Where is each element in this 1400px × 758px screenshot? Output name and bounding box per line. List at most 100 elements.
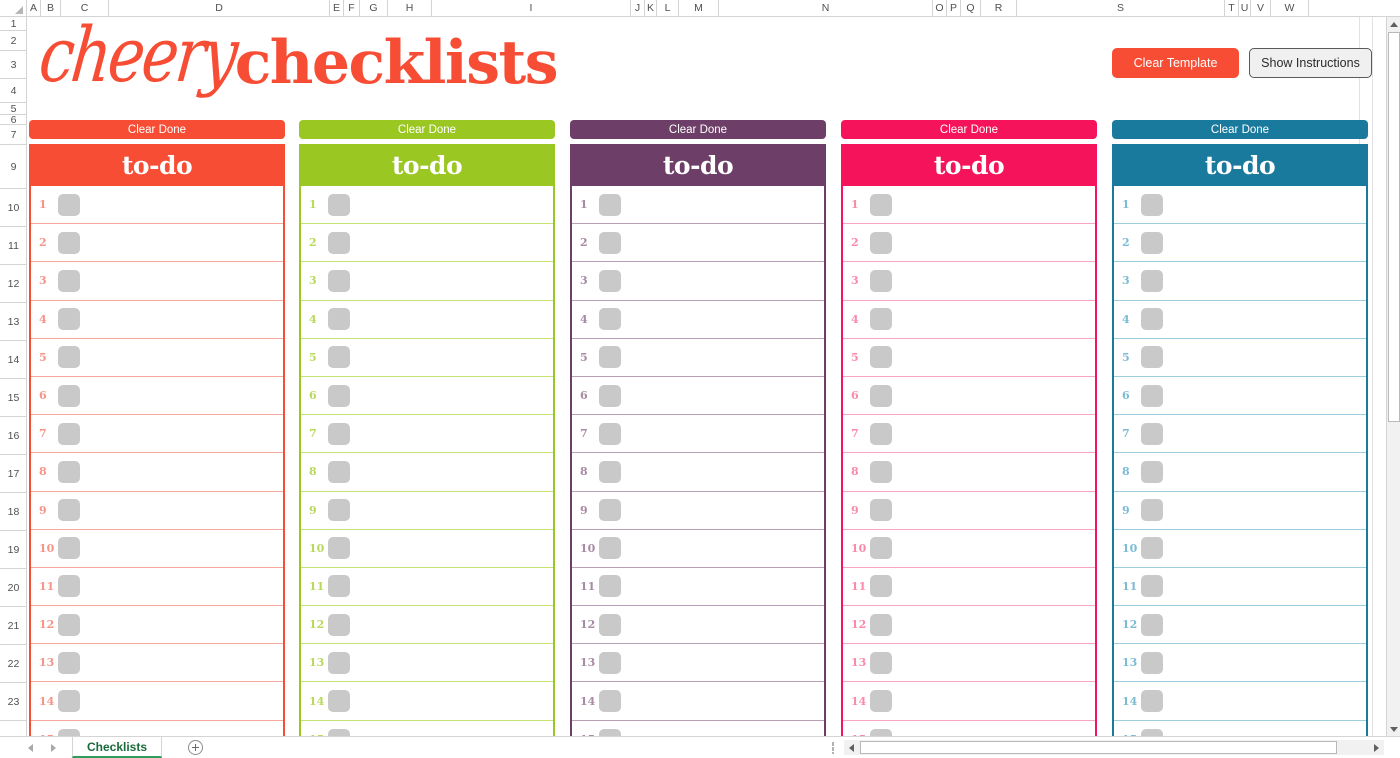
task-checkbox[interactable] [328, 613, 350, 636]
task-text-cell[interactable] [892, 492, 1095, 529]
task-text-cell[interactable] [80, 377, 283, 414]
vertical-scrollbar[interactable] [1386, 17, 1400, 736]
row-header-10[interactable]: 10 [0, 189, 26, 227]
task-checkbox[interactable] [599, 728, 621, 736]
task-checkbox[interactable] [870, 537, 892, 560]
row-header-19[interactable]: 19 [0, 531, 26, 569]
task-checkbox[interactable] [1141, 422, 1163, 445]
column-header-x[interactable]: X [1309, 0, 1400, 16]
task-checkbox[interactable] [328, 499, 350, 522]
column-header-u[interactable]: U [1239, 0, 1251, 16]
task-checkbox[interactable] [1141, 537, 1163, 560]
task-text-cell[interactable] [1163, 644, 1366, 681]
task-text-cell[interactable] [892, 377, 1095, 414]
task-checkbox[interactable] [1141, 269, 1163, 292]
task-text-cell[interactable] [892, 301, 1095, 338]
task-checkbox[interactable] [599, 690, 621, 713]
task-checkbox[interactable] [328, 193, 350, 216]
task-checkbox[interactable] [58, 193, 80, 216]
row-header-7[interactable]: 7 [0, 125, 26, 145]
task-text-cell[interactable] [621, 339, 824, 376]
task-text-cell[interactable] [80, 682, 283, 719]
task-checkbox[interactable] [1141, 193, 1163, 216]
column-header-m[interactable]: M [679, 0, 719, 16]
task-checkbox[interactable] [58, 575, 80, 598]
task-checkbox[interactable] [599, 384, 621, 407]
task-checkbox[interactable] [599, 231, 621, 254]
task-text-cell[interactable] [1163, 492, 1366, 529]
select-all-corner[interactable] [0, 0, 27, 16]
task-text-cell[interactable] [892, 262, 1095, 299]
row-header-18[interactable]: 18 [0, 493, 26, 531]
task-checkbox[interactable] [1141, 384, 1163, 407]
task-text-cell[interactable] [80, 453, 283, 490]
task-checkbox[interactable] [870, 346, 892, 369]
task-checkbox[interactable] [1141, 231, 1163, 254]
task-checkbox[interactable] [870, 231, 892, 254]
task-checkbox[interactable] [1141, 690, 1163, 713]
clear-done-button-4[interactable]: Clear Done [841, 120, 1097, 139]
task-checkbox[interactable] [599, 651, 621, 674]
task-text-cell[interactable] [1163, 415, 1366, 452]
task-text-cell[interactable] [892, 339, 1095, 376]
clear-template-button[interactable]: Clear Template [1112, 48, 1239, 78]
task-text-cell[interactable] [350, 224, 553, 261]
task-checkbox[interactable] [599, 269, 621, 292]
task-text-cell[interactable] [80, 492, 283, 529]
task-text-cell[interactable] [80, 262, 283, 299]
column-header-k[interactable]: K [645, 0, 657, 16]
task-text-cell[interactable] [892, 186, 1095, 223]
row-header-12[interactable]: 12 [0, 265, 26, 303]
task-text-cell[interactable] [80, 606, 283, 643]
task-checkbox[interactable] [1141, 651, 1163, 674]
task-checkbox[interactable] [58, 346, 80, 369]
row-header-16[interactable]: 16 [0, 417, 26, 455]
sheet-surface[interactable]: cheery checklists Clear Template Show In… [27, 17, 1386, 736]
row-header-21[interactable]: 21 [0, 607, 26, 645]
task-text-cell[interactable] [350, 301, 553, 338]
column-header-r[interactable]: R [981, 0, 1017, 16]
column-header-e[interactable]: E [330, 0, 344, 16]
task-checkbox[interactable] [870, 269, 892, 292]
task-text-cell[interactable] [1163, 530, 1366, 567]
row-header-2[interactable]: 2 [0, 31, 26, 51]
task-text-cell[interactable] [621, 721, 824, 736]
task-text-cell[interactable] [80, 530, 283, 567]
task-checkbox[interactable] [870, 308, 892, 331]
column-header-g[interactable]: G [360, 0, 388, 16]
task-checkbox[interactable] [58, 308, 80, 331]
task-checkbox[interactable] [58, 728, 80, 736]
task-checkbox[interactable] [599, 499, 621, 522]
column-header-f[interactable]: F [344, 0, 360, 16]
task-text-cell[interactable] [621, 224, 824, 261]
task-text-cell[interactable] [621, 644, 824, 681]
column-header-p[interactable]: P [947, 0, 961, 16]
task-text-cell[interactable] [350, 530, 553, 567]
task-checkbox[interactable] [870, 613, 892, 636]
task-text-cell[interactable] [892, 568, 1095, 605]
column-header-s[interactable]: S [1017, 0, 1225, 16]
task-text-cell[interactable] [350, 682, 553, 719]
task-checkbox[interactable] [599, 308, 621, 331]
row-header-4[interactable]: 4 [0, 79, 26, 103]
horizontal-scroll-track[interactable] [859, 740, 1369, 755]
task-text-cell[interactable] [621, 682, 824, 719]
row-header-3[interactable]: 3 [0, 51, 26, 79]
task-checkbox[interactable] [58, 384, 80, 407]
scroll-left-button[interactable] [844, 740, 859, 755]
task-checkbox[interactable] [58, 499, 80, 522]
task-text-cell[interactable] [892, 721, 1095, 736]
column-header-i[interactable]: I [432, 0, 631, 16]
sheet-tab-checklists[interactable]: Checklists [72, 737, 163, 758]
task-checkbox[interactable] [328, 460, 350, 483]
task-text-cell[interactable] [1163, 339, 1366, 376]
column-header-h[interactable]: H [388, 0, 432, 16]
clear-done-button-5[interactable]: Clear Done [1112, 120, 1368, 139]
task-text-cell[interactable] [892, 682, 1095, 719]
task-checkbox[interactable] [870, 384, 892, 407]
task-checkbox[interactable] [870, 575, 892, 598]
task-checkbox[interactable] [328, 422, 350, 445]
task-text-cell[interactable] [80, 301, 283, 338]
column-header-w[interactable]: W [1271, 0, 1309, 16]
scroll-down-button[interactable] [1387, 722, 1400, 736]
